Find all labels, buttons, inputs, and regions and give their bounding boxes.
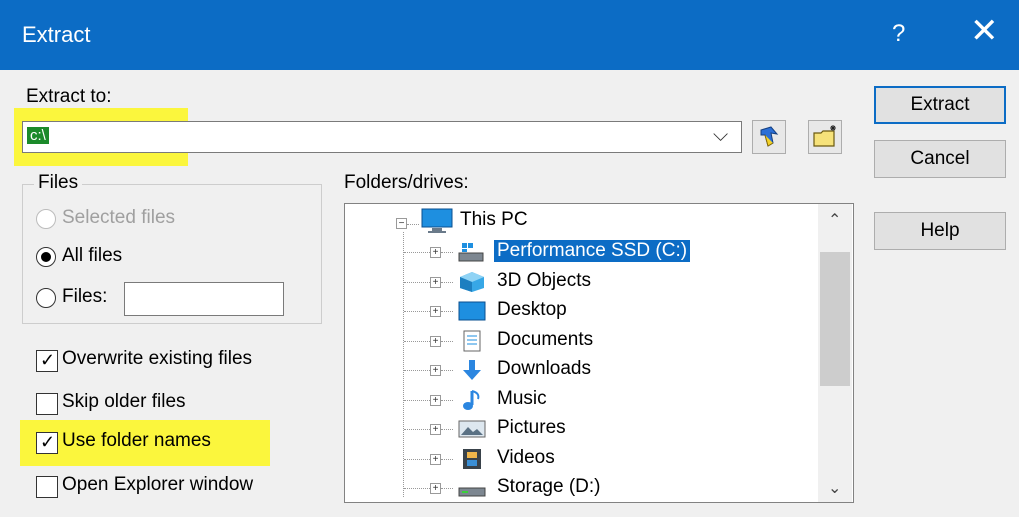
open-explorer-label[interactable]: Open Explorer window <box>62 474 253 496</box>
tree-connector-line <box>404 341 430 342</box>
files-group-caption: Files <box>34 172 83 194</box>
chevron-down-icon[interactable]: ⌵ <box>713 124 728 147</box>
all-files-radio[interactable] <box>36 247 56 267</box>
overwrite-existing-label[interactable]: Overwrite existing files <box>62 348 252 370</box>
browse-arrow-icon <box>760 126 779 147</box>
expand-icon[interactable]: + <box>430 365 441 376</box>
tree-connector-line <box>441 311 453 312</box>
tree-item-label[interactable]: Music <box>497 388 547 410</box>
browse-button[interactable] <box>752 120 786 154</box>
expand-icon[interactable]: + <box>430 306 441 317</box>
tree-item-label[interactable]: Pictures <box>497 417 566 439</box>
tree-connector-line <box>404 252 430 253</box>
scroll-up-arrow-icon[interactable]: ⌃ <box>828 210 841 230</box>
checkmark-icon: ✓ <box>40 432 56 452</box>
new-folder-button[interactable] <box>808 120 842 154</box>
extract-button[interactable]: Extract <box>874 86 1006 124</box>
drive-icon <box>458 477 486 504</box>
cancel-button[interactable]: Cancel <box>874 140 1006 178</box>
scrollbar-thumb[interactable] <box>820 252 850 386</box>
folders-drives-label: Folders/drives: <box>344 172 469 193</box>
expand-icon[interactable]: + <box>430 483 441 494</box>
tree-item-label[interactable]: 3D Objects <box>497 270 591 292</box>
tree-connector-line <box>403 232 404 497</box>
files-radio[interactable] <box>36 288 56 308</box>
expand-icon[interactable]: + <box>430 277 441 288</box>
3d-objects-icon <box>458 271 486 298</box>
title-bar <box>0 0 1019 70</box>
tree-connector-line <box>441 341 453 342</box>
new-folder-icon <box>813 125 836 147</box>
desktop-icon <box>458 300 486 327</box>
radio-selected-dot <box>41 252 51 262</box>
help-title-button[interactable]: ? <box>892 20 905 48</box>
expand-icon[interactable]: + <box>430 424 441 435</box>
tree-connector-line <box>441 429 453 430</box>
system-drive-icon <box>458 241 486 268</box>
expand-icon[interactable]: + <box>430 454 441 465</box>
tree-connector-line <box>404 370 430 371</box>
tree-connector-line <box>441 252 453 253</box>
skip-older-checkbox[interactable] <box>36 393 58 415</box>
tree-item-label[interactable]: Performance SSD (C:) <box>492 239 692 263</box>
tree-connector-line <box>404 429 430 430</box>
close-button[interactable]: ✕ <box>970 14 999 48</box>
tree-connector-line <box>404 459 430 460</box>
selected-files-label: Selected files <box>62 207 176 228</box>
help-button[interactable]: Help <box>874 212 1006 250</box>
overwrite-existing-checkbox[interactable]: ✓ <box>36 350 58 372</box>
tree-item-label[interactable]: Videos <box>497 447 555 469</box>
all-files-label[interactable]: All files <box>62 245 122 267</box>
selected-files-radio <box>36 209 56 229</box>
files-pattern-input[interactable] <box>124 282 284 316</box>
extract-path-value[interactable]: c:\ <box>27 127 49 144</box>
videos-icon <box>458 448 486 475</box>
expand-icon[interactable]: + <box>430 395 441 406</box>
documents-icon <box>458 330 486 357</box>
checkmark-icon: ✓ <box>40 350 56 370</box>
tree-item-label[interactable]: Desktop <box>497 299 567 321</box>
tree-connector-line <box>404 400 430 401</box>
tree-item-label[interactable]: Downloads <box>497 358 591 380</box>
extract-path-combobox[interactable]: c:\ ⌵ <box>22 121 742 153</box>
tree-connector-line <box>404 311 430 312</box>
tree-item-label[interactable]: Documents <box>497 329 593 351</box>
tree-connector-line <box>407 224 419 225</box>
pictures-icon <box>458 418 486 445</box>
extract-to-label: Extract to: <box>26 86 112 107</box>
skip-older-label[interactable]: Skip older files <box>62 391 186 413</box>
tree-root-this-pc[interactable]: This PC <box>460 209 528 231</box>
collapse-icon[interactable]: − <box>396 218 407 229</box>
tree-connector-line <box>441 459 453 460</box>
monitor-icon <box>420 207 454 240</box>
tree-connector-line <box>441 488 453 489</box>
expand-icon[interactable]: + <box>430 336 441 347</box>
tree-connector-line <box>404 488 430 489</box>
use-folder-names-label[interactable]: Use folder names <box>62 430 211 452</box>
use-folder-names-checkbox[interactable]: ✓ <box>36 432 58 454</box>
tree-connector-line <box>404 282 430 283</box>
window-title: Extract <box>22 22 91 47</box>
files-radio-label[interactable]: Files: <box>62 286 107 308</box>
tree-item-label[interactable]: Storage (D:) <box>497 476 600 498</box>
scroll-down-arrow-icon[interactable]: ⌄ <box>828 478 841 498</box>
music-icon <box>458 389 486 416</box>
open-explorer-checkbox[interactable] <box>36 476 58 498</box>
tree-connector-line <box>441 400 453 401</box>
expand-icon[interactable]: + <box>430 247 441 258</box>
downloads-icon <box>458 359 486 386</box>
tree-connector-line <box>441 370 453 371</box>
tree-connector-line <box>441 282 453 283</box>
